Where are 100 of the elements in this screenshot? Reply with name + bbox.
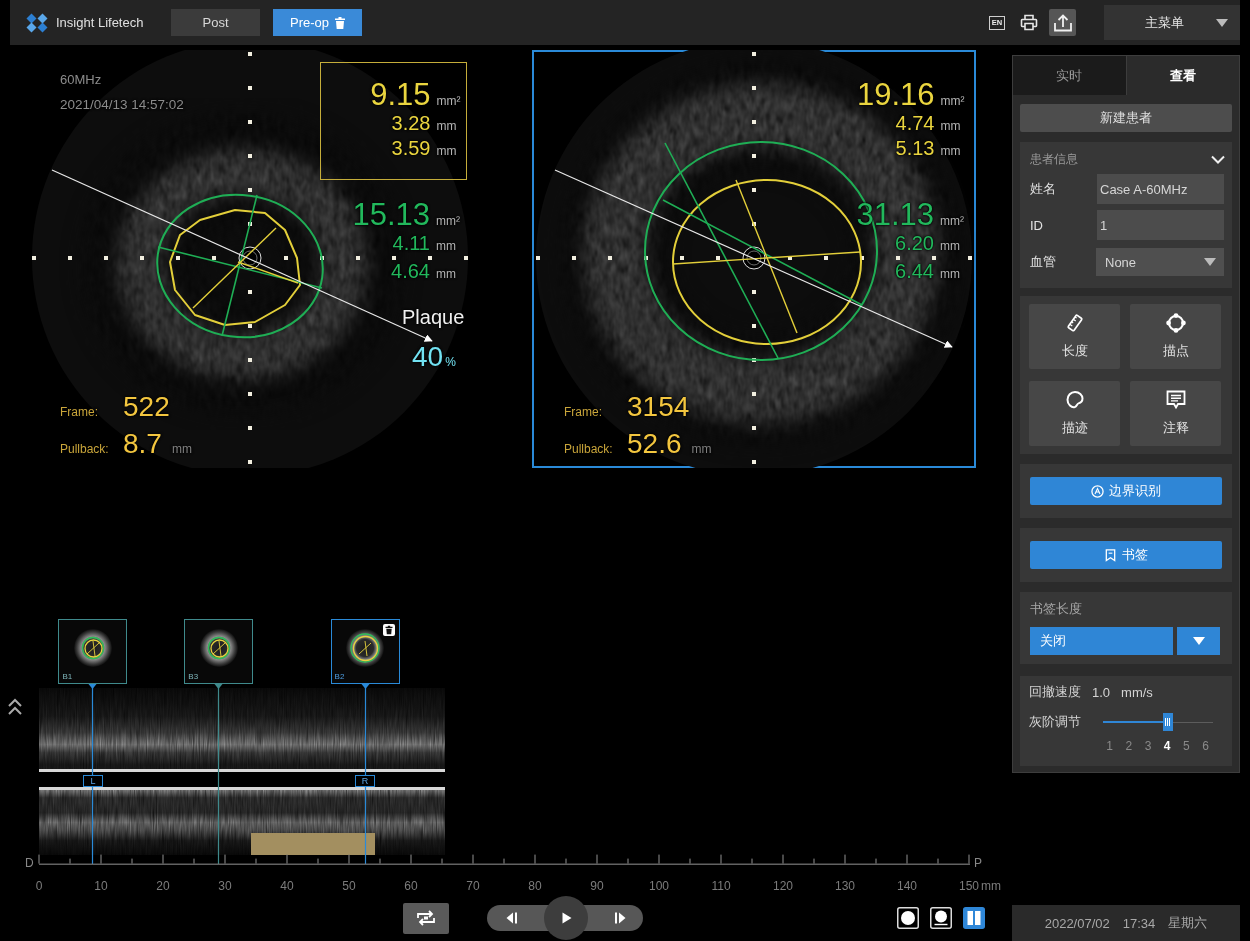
- plaque-percentage: 40: [412, 343, 444, 371]
- unit-label: mm: [436, 144, 458, 158]
- vessel-diameter-value: 6.20: [895, 233, 934, 253]
- bookmark-connector-line[interactable]: [214, 684, 224, 864]
- tool-button[interactable]: 描迹: [1029, 381, 1120, 446]
- ruler-tick-label: 20: [155, 880, 171, 893]
- panel-tab[interactable]: 实时: [1013, 56, 1127, 95]
- circle-underline-view-icon[interactable]: [930, 907, 952, 929]
- input-field[interactable]: 1: [1097, 210, 1224, 240]
- lumen-diameter-value: 3.59: [391, 137, 431, 158]
- unit-label: mm: [691, 443, 712, 456]
- unit-label: mm/s: [1121, 684, 1153, 700]
- field-label: 姓名: [1030, 180, 1057, 198]
- ruler-tick-label: 50: [341, 880, 357, 893]
- ruler-tick-label: 130: [834, 880, 856, 893]
- pullback-label: Pullback:: [60, 443, 110, 456]
- ruler-tick-label: 120: [772, 880, 794, 893]
- unit-label: mm²: [436, 94, 462, 108]
- ruler-tick-label: 90: [589, 880, 605, 893]
- double-chevron-up-icon[interactable]: [7, 698, 23, 716]
- slider-step-label[interactable]: 3: [1138, 740, 1158, 753]
- lumen-diameter-value: 4.74: [895, 112, 935, 133]
- cursor-marker[interactable]: R: [355, 775, 376, 787]
- chevron-down-icon[interactable]: [1211, 154, 1225, 164]
- slider-thumb[interactable]: [1162, 713, 1173, 731]
- input-field[interactable]: Case A-60MHz: [1097, 174, 1224, 204]
- slider-step-label[interactable]: 6: [1195, 740, 1216, 753]
- distal-end-label: D: [25, 857, 34, 870]
- tool-button[interactable]: 长度: [1029, 304, 1120, 369]
- slider-step-label[interactable]: 2: [1119, 740, 1139, 753]
- lumen-diameter-value: 5.13: [895, 137, 935, 158]
- export-button[interactable]: [1049, 9, 1076, 36]
- bookmark-length-dropdown[interactable]: 关闭: [1030, 627, 1173, 655]
- caret-down-icon: [1204, 258, 1216, 266]
- vessel-dropdown[interactable]: None: [1096, 248, 1224, 276]
- field-label: ID: [1030, 217, 1044, 233]
- lumen-measurement-box[interactable]: 9.15 mm² 3.28 mm 3.59 mm: [320, 62, 467, 180]
- logo-icon: [26, 12, 48, 33]
- frame-number: 522: [123, 392, 170, 422]
- bookmark-thumbnail[interactable]: B1: [58, 619, 128, 684]
- lumen-measurement-box[interactable]: 19.16 mm² 4.74 mm 5.13 mm: [824, 62, 971, 180]
- cursor-marker[interactable]: L: [82, 775, 103, 787]
- main-menu-dropdown[interactable]: 主菜单: [1104, 5, 1240, 40]
- weekday-text: 星期六: [1168, 914, 1208, 932]
- ruler-tick-label: 40: [279, 880, 295, 893]
- unit-label: %: [445, 356, 456, 369]
- trash-icon[interactable]: [382, 624, 395, 636]
- ruler-tick-label: 140: [896, 880, 918, 893]
- bookmark-button[interactable]: 书签: [1030, 541, 1222, 569]
- unit-label: mm: [940, 240, 961, 253]
- pullback-speed-label: 回撤速度: [1029, 683, 1081, 701]
- slider-step-label[interactable]: 4: [1157, 740, 1177, 753]
- two-pane-view-icon[interactable]: [963, 907, 985, 929]
- border-detect-button[interactable]: 边界识别: [1030, 477, 1222, 505]
- unit-label: mm: [436, 268, 457, 281]
- frame-label: Frame:: [60, 406, 99, 419]
- ruler-tick-label: 70: [465, 880, 481, 893]
- printer-icon[interactable]: [1020, 14, 1038, 31]
- bookmark-icon: [1104, 548, 1117, 562]
- bookmark-thumbnail[interactable]: B3: [184, 619, 254, 684]
- grayscale-label: 灰阶调节: [1029, 713, 1082, 731]
- vessel-area-value: 15.13: [352, 199, 430, 230]
- lumen-contour[interactable]: [169, 209, 301, 326]
- ruler-tick-label: 80: [527, 880, 543, 893]
- lumen-area-value: 9.15: [370, 78, 431, 110]
- ivus-view[interactable]: 60MHz 2021/04/13 14:57:02 9.15 mm² 3.28 mm 3.59 mm 15.13 mm² 4.11 mm 4.64 mm Plaque 40% Frame: 522 Pullback: 8.7 mm: [28, 50, 472, 468]
- phase-tab[interactable]: Pre-op: [273, 9, 362, 36]
- frame-label: Frame:: [564, 406, 603, 419]
- caret-down-icon: [1192, 637, 1205, 645]
- bookmark-thumbnail[interactable]: B2: [330, 619, 400, 684]
- ivus-thumbnail-drawing: [345, 628, 386, 668]
- unit-label: mm²: [436, 215, 461, 228]
- vessel-contour[interactable]: [156, 193, 324, 339]
- timestamp-label: 2021/04/13 14:57:02: [60, 97, 184, 112]
- frequency-label: 60MHz: [60, 72, 102, 87]
- ruler-tick-label: 110: [710, 880, 732, 893]
- ivus-thumbnail-drawing: [198, 628, 239, 668]
- tool-button[interactable]: 注释: [1130, 381, 1221, 446]
- unit-label: mm: [436, 119, 458, 133]
- circle-points-icon: [1165, 313, 1186, 333]
- circle-a-icon: [1091, 484, 1104, 498]
- phase-tab[interactable]: Post: [171, 9, 260, 36]
- unit-label: mm: [940, 144, 962, 158]
- tool-button[interactable]: 描点: [1130, 304, 1221, 369]
- loop-button[interactable]: [403, 902, 449, 934]
- time-text: 17:34: [1122, 915, 1156, 931]
- vessel-diameter-value: 4.11: [392, 233, 430, 253]
- unit-label: mm: [940, 268, 961, 281]
- step-forward-icon[interactable]: [614, 912, 627, 924]
- unit-label: mm: [940, 119, 962, 133]
- pullback-speed-value: 1.0: [1092, 684, 1111, 700]
- ruler-tick-label: 60: [403, 880, 419, 893]
- play-button[interactable]: [544, 896, 588, 940]
- vessel-diameter-value: 4.64: [391, 261, 430, 281]
- proximal-end-label: P: [974, 857, 982, 870]
- pullback-label: Pullback:: [564, 443, 614, 456]
- new-patient-button[interactable]: 新建患者: [1020, 104, 1232, 132]
- circle-view-icon[interactable]: [897, 907, 919, 929]
- step-back-icon[interactable]: [505, 912, 518, 924]
- dropdown-button[interactable]: [1177, 627, 1220, 655]
